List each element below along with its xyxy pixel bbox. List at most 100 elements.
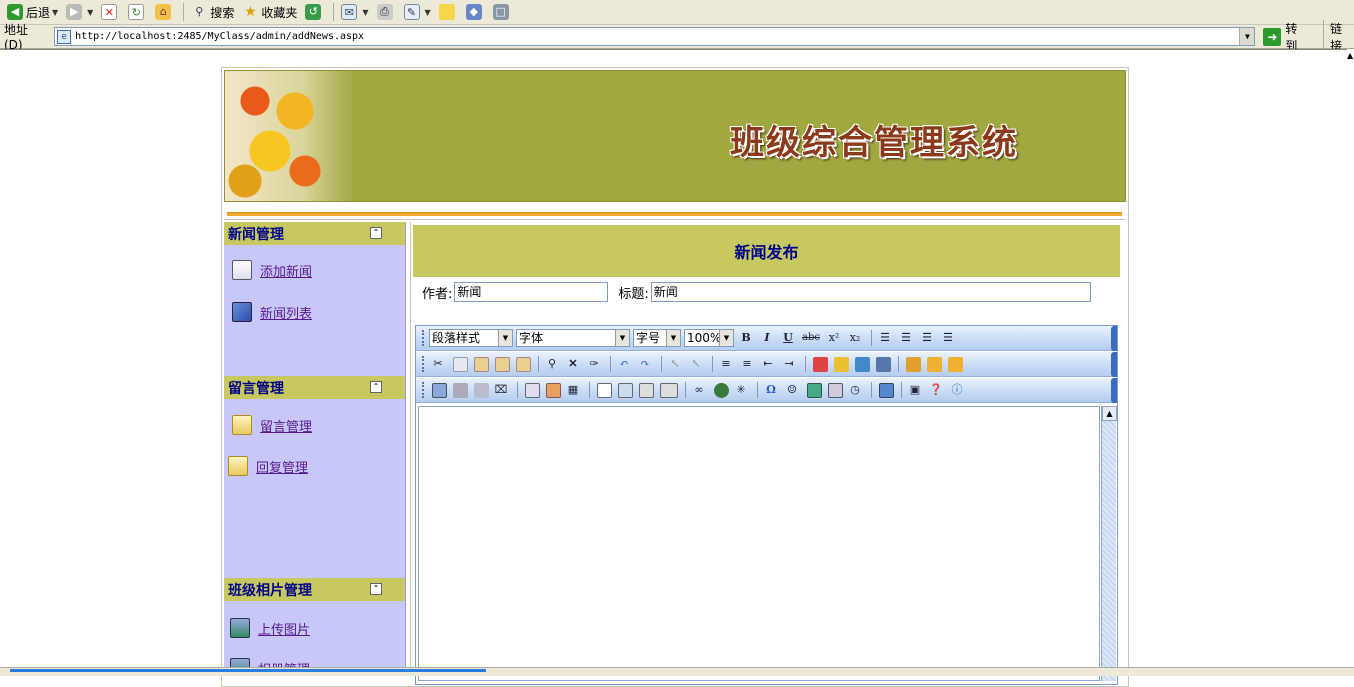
sidebar-item-reply-manage[interactable]: 回复管理	[228, 456, 308, 476]
chevron-down-icon[interactable]: ▼	[615, 330, 629, 346]
toolbar-grip[interactable]	[422, 382, 425, 398]
subscript-button[interactable]: x₂	[846, 329, 864, 347]
section-photos-header[interactable]: 班级相片管理 ⌃	[224, 578, 405, 601]
insert-button-icon[interactable]	[639, 382, 654, 398]
insert-date-icon[interactable]	[828, 382, 843, 398]
insert-form-icon[interactable]	[597, 382, 612, 398]
chevron-down-icon[interactable]: ▼	[666, 330, 680, 346]
special-char-icon[interactable]: Ω	[762, 381, 780, 399]
unlink-icon[interactable]: ✳	[732, 381, 750, 399]
font-size-select[interactable]: 字号 ▼	[633, 329, 681, 347]
cut-icon[interactable]: ✂	[429, 355, 447, 373]
section-news-header[interactable]: 新闻管理 ⌃	[224, 222, 405, 245]
sidebar-item-label[interactable]: 上传图片	[258, 619, 310, 638]
insert-link-icon[interactable]: ∞	[690, 381, 708, 399]
scroll-up-icon[interactable]: ▲	[1347, 51, 1353, 60]
sidebar-item-upload-photo[interactable]: 上传图片	[230, 618, 310, 638]
undo-icon[interactable]: ↶	[615, 355, 633, 373]
forward-button[interactable]: ▶ ▼	[63, 2, 96, 22]
toolbar-grip[interactable]	[422, 330, 425, 346]
underline-button[interactable]: U	[779, 329, 797, 347]
history-button[interactable]: ↺	[302, 2, 327, 22]
select-icon[interactable]: ↖	[666, 355, 684, 373]
chevron-down-icon[interactable]: ▼	[52, 8, 58, 17]
attachment-icon[interactable]: ⌧	[492, 381, 510, 399]
sidebar-item-message-manage[interactable]: 留言管理	[232, 415, 312, 435]
redo-icon[interactable]: ↷	[636, 355, 654, 373]
find-icon[interactable]: ⚲	[543, 355, 561, 373]
edit-button[interactable]: ✎ ▼	[401, 2, 434, 22]
chevron-down-icon[interactable]: ▼	[498, 330, 512, 346]
help-icon[interactable]: ❓	[927, 381, 945, 399]
sidebar-item-label[interactable]: 留言管理	[260, 416, 312, 435]
send-backward-icon[interactable]	[948, 356, 963, 372]
toolbar-grip[interactable]	[422, 356, 425, 372]
anchor-icon[interactable]	[714, 382, 729, 398]
bold-button[interactable]: B	[737, 329, 755, 347]
insert-time-icon[interactable]: ◷	[846, 381, 864, 399]
image-map-icon[interactable]	[453, 382, 468, 398]
home-button[interactable]: ⌂	[152, 2, 177, 22]
insert-input-icon[interactable]	[660, 382, 678, 398]
title-input[interactable]: 新闻	[650, 282, 1091, 302]
sidebar-item-label[interactable]: 回复管理	[256, 457, 308, 476]
scroll-up-icon[interactable]: ▲	[1102, 406, 1117, 421]
insert-table-icon[interactable]	[525, 382, 540, 398]
zoom-select[interactable]: 100% ▼	[684, 329, 734, 347]
align-justify-icon[interactable]: ☰	[939, 329, 957, 347]
chevron-down-icon[interactable]: ▼	[719, 330, 733, 346]
address-input[interactable]: e http://localhost:2485/MyClass/admin/ad…	[54, 27, 1256, 46]
flash-icon[interactable]	[474, 382, 489, 398]
back-button[interactable]: ◀ 后退 ▼	[4, 2, 61, 22]
paragraph-style-select[interactable]: 段落样式 ▼	[429, 329, 513, 347]
print-button[interactable]: ⎙	[374, 2, 399, 22]
chevron-down-icon[interactable]: ▼	[87, 8, 93, 17]
paste-word-icon[interactable]	[516, 356, 531, 372]
outdent-icon[interactable]: ⇤	[759, 355, 777, 373]
about-icon[interactable]: ⓘ	[948, 381, 966, 399]
paste-icon[interactable]	[474, 356, 489, 372]
sidebar-item-label[interactable]: 新闻列表	[260, 303, 312, 322]
chevron-down-icon[interactable]: ▼	[1239, 28, 1255, 45]
mail-button[interactable]: ✉ ▼	[338, 2, 371, 22]
insert-textarea-icon[interactable]	[618, 382, 633, 398]
paste-text-icon[interactable]	[495, 356, 510, 372]
superscript-button[interactable]: x²	[825, 329, 843, 347]
chevron-down-icon[interactable]: ▼	[425, 8, 431, 17]
collapse-icon[interactable]: ⌃	[370, 583, 382, 595]
bring-forward-icon[interactable]	[927, 356, 942, 372]
unordered-list-icon[interactable]: ≡	[738, 355, 756, 373]
fullscreen-icon[interactable]: ▣	[906, 381, 924, 399]
page-props-icon[interactable]	[906, 356, 921, 372]
preview-icon[interactable]	[879, 382, 894, 398]
text-color-icon[interactable]	[813, 356, 828, 372]
insert-image-icon[interactable]	[432, 382, 447, 398]
favorites-button[interactable]: ★ 收藏夹	[239, 2, 300, 22]
sidebar-item-news-list[interactable]: 新闻列表	[232, 302, 312, 322]
section-messages-header[interactable]: 留言管理 ⌃	[224, 376, 405, 399]
align-center-icon[interactable]: ☰	[897, 329, 915, 347]
messenger-button[interactable]: ◆	[463, 2, 488, 22]
strikethrough-button[interactable]: abc	[800, 329, 822, 347]
align-right-icon[interactable]: ☰	[918, 329, 936, 347]
highlight-icon[interactable]	[834, 356, 849, 372]
sidebar-item-label[interactable]: 添加新闻	[260, 261, 312, 280]
select-all-icon[interactable]: ↖	[687, 355, 705, 373]
table-props-icon[interactable]	[546, 382, 561, 398]
editor-content-area[interactable]	[418, 406, 1100, 681]
align-left-icon[interactable]: ☰	[876, 329, 894, 347]
delete-icon[interactable]: ✕	[564, 355, 582, 373]
format-block-icon[interactable]	[855, 356, 870, 372]
stop-button[interactable]: ✕	[98, 2, 123, 22]
refresh-button[interactable]: ↻	[125, 2, 150, 22]
font-select[interactable]: 字体 ▼	[516, 329, 630, 347]
collapse-icon[interactable]: ⌃	[370, 227, 382, 239]
author-input[interactable]: 新闻	[454, 282, 609, 302]
ordered-list-icon[interactable]: ≡	[717, 355, 735, 373]
indent-icon[interactable]: ⇥	[780, 355, 798, 373]
editor-scrollbar[interactable]: ▲	[1101, 406, 1117, 681]
page-scrollbar[interactable]: ▲	[1347, 49, 1354, 676]
emoticon-icon[interactable]: ☺	[783, 381, 801, 399]
insert-media-icon[interactable]	[807, 382, 822, 398]
discuss-button[interactable]	[436, 2, 461, 22]
